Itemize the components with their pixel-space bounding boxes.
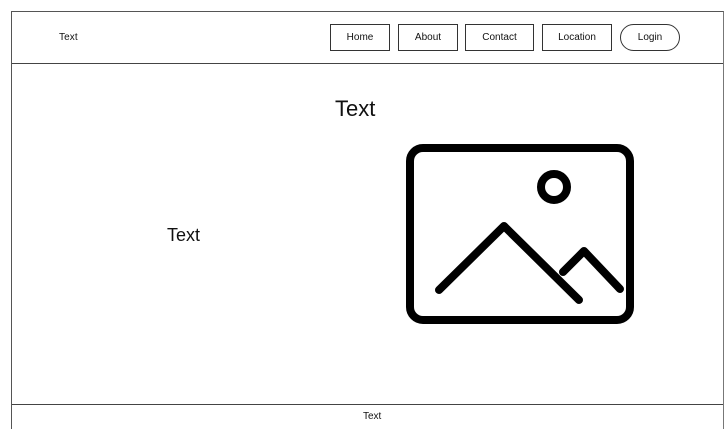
nav-contact-button[interactable]: Contact <box>465 24 534 51</box>
page-title: Text <box>335 96 376 121</box>
site-header: Text Home About Contact Location Login <box>12 12 723 64</box>
footer-text: Text <box>363 411 382 422</box>
login-button[interactable]: Login <box>620 24 680 51</box>
image-placeholder-icon <box>406 144 634 324</box>
site-brand[interactable]: Text <box>59 32 78 43</box>
nav-home-button[interactable]: Home <box>330 24 390 51</box>
nav-about-button[interactable]: About <box>398 24 458 51</box>
site-footer: Text <box>12 404 723 430</box>
nav-location-button[interactable]: Location <box>542 24 612 51</box>
page-frame: Text Home About Contact Location Login T… <box>11 11 724 429</box>
content-text: Text <box>167 225 201 245</box>
